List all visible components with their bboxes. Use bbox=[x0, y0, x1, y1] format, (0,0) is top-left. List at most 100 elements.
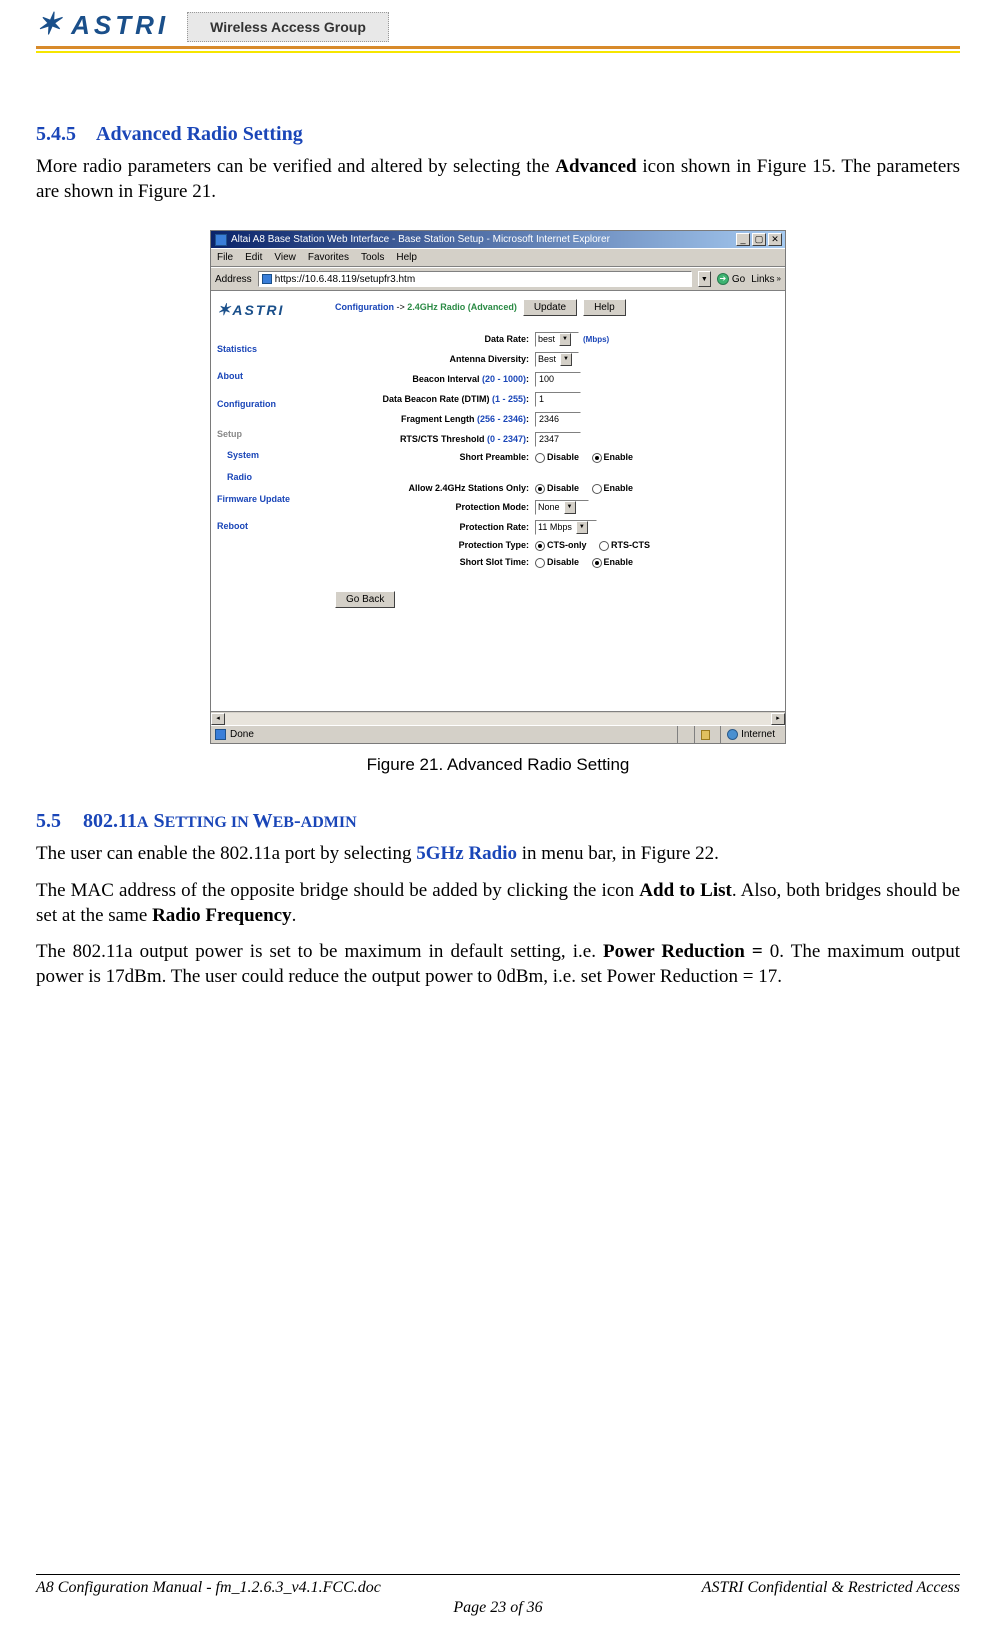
footer-page-number: Page 23 of 36 bbox=[36, 1599, 960, 1617]
help-button[interactable]: Help bbox=[583, 299, 626, 316]
label-rtscts-threshold: RTS/CTS Threshold (0 - 2347): bbox=[335, 434, 535, 446]
footer-left: A8 Configuration Manual - fm_1.2.6.3_v4.… bbox=[36, 1579, 381, 1597]
chevron-down-icon: ▼ bbox=[576, 521, 588, 534]
address-bar: Address https://10.6.48.119/setupfr3.htm… bbox=[211, 267, 785, 291]
menu-tools[interactable]: Tools bbox=[361, 251, 384, 264]
breadcrumb: Configuration -> 2.4GHz Radio (Advanced) bbox=[335, 302, 517, 314]
heading-5-5: 5.5802.11A SETTING IN WEB-ADMIN bbox=[36, 808, 960, 834]
input-rtscts-threshold[interactable]: 2347 bbox=[535, 432, 581, 447]
radio-short-slot-disable[interactable] bbox=[535, 558, 545, 568]
horizontal-scrollbar[interactable]: ◂ ▸ bbox=[211, 711, 785, 725]
window-titlebar: Altai A8 Base Station Web Interface - Ba… bbox=[211, 231, 785, 248]
figure-21-caption: Figure 21. Advanced Radio Setting bbox=[36, 754, 960, 776]
url-ie-icon bbox=[262, 274, 272, 284]
scroll-left-button[interactable]: ◂ bbox=[211, 713, 225, 725]
status-bar: Done Internet bbox=[211, 725, 785, 743]
heading-5-4-5: 5.4.5Advanced Radio Setting bbox=[36, 121, 960, 147]
sidebar-logo-star-icon: ✶ bbox=[217, 302, 232, 319]
sidebar-item-reboot[interactable]: Reboot bbox=[217, 521, 317, 533]
window-title: Altai A8 Base Station Web Interface - Ba… bbox=[231, 233, 610, 246]
select-data-rate[interactable]: best▼ bbox=[535, 332, 579, 347]
label-allow-24ghz: Allow 2.4GHz Stations Only: bbox=[335, 483, 535, 495]
label-protection-type: Protection Type: bbox=[335, 540, 535, 552]
address-dropdown-button[interactable]: ▼ bbox=[698, 271, 711, 287]
label-short-preamble: Short Preamble: bbox=[335, 452, 535, 464]
minimize-button[interactable]: _ bbox=[736, 233, 750, 246]
select-antenna-diversity[interactable]: Best▼ bbox=[535, 352, 579, 367]
menu-edit[interactable]: Edit bbox=[245, 251, 262, 264]
address-label: Address bbox=[215, 273, 252, 286]
menu-favorites[interactable]: Favorites bbox=[308, 251, 349, 264]
sidebar-item-statistics[interactable]: Statistics bbox=[217, 344, 317, 356]
radio-allow-24-disable[interactable] bbox=[535, 484, 545, 494]
go-arrow-icon: ➔ bbox=[717, 273, 729, 285]
para-55-3: The 802.11a output power is set to be ma… bbox=[36, 940, 960, 989]
maximize-button[interactable]: ▢ bbox=[752, 233, 766, 246]
label-protection-mode: Protection Mode: bbox=[335, 502, 535, 514]
ie-app-icon bbox=[215, 234, 227, 246]
label-antenna-diversity: Antenna Diversity: bbox=[335, 354, 535, 366]
scroll-track[interactable] bbox=[225, 713, 771, 725]
webadmin-main: Configuration -> 2.4GHz Radio (Advanced)… bbox=[323, 291, 785, 711]
input-beacon-interval[interactable]: 100 bbox=[535, 372, 581, 387]
para-55-2: The MAC address of the opposite bridge s… bbox=[36, 879, 960, 928]
radio-allow-24-enable[interactable] bbox=[592, 484, 602, 494]
logo-text: ASTRI bbox=[71, 10, 169, 41]
label-short-slot-time: Short Slot Time: bbox=[335, 557, 535, 569]
update-button[interactable]: Update bbox=[523, 299, 577, 316]
go-button[interactable]: ➔ Go bbox=[717, 273, 745, 286]
go-back-button[interactable]: Go Back bbox=[335, 591, 395, 608]
data-rate-unit: (Mbps) bbox=[583, 335, 609, 345]
input-dtim[interactable]: 1 bbox=[535, 392, 581, 407]
links-button[interactable]: Links» bbox=[751, 273, 781, 286]
sidebar-item-setup[interactable]: Setup bbox=[217, 429, 317, 441]
select-protection-mode[interactable]: None▼ bbox=[535, 500, 589, 515]
astri-logo: ✶ ASTRI bbox=[36, 10, 169, 41]
label-beacon-interval: Beacon Interval (20 - 1000): bbox=[335, 374, 535, 386]
url-text: https://10.6.48.119/setupfr3.htm bbox=[275, 273, 415, 286]
menubar: File Edit View Favorites Tools Help bbox=[211, 248, 785, 267]
status-zone: Internet bbox=[741, 728, 775, 741]
lock-icon bbox=[701, 730, 710, 740]
chevron-down-icon: ▼ bbox=[559, 333, 571, 346]
document-content: 5.4.5Advanced Radio Setting More radio p… bbox=[36, 53, 960, 990]
sidebar-item-configuration[interactable]: Configuration bbox=[217, 399, 317, 411]
header-orange-rule bbox=[36, 46, 960, 49]
status-text: Done bbox=[230, 728, 254, 741]
page-header: ✶ ASTRI Wireless Access Group bbox=[36, 0, 960, 53]
sidebar-item-radio[interactable]: Radio bbox=[227, 472, 317, 484]
wireless-access-group-box: Wireless Access Group bbox=[187, 12, 389, 42]
radio-prot-type-rtscts[interactable] bbox=[599, 541, 609, 551]
radio-prot-type-cts[interactable] bbox=[535, 541, 545, 551]
footer-right: ASTRI Confidential & Restricted Access bbox=[702, 1579, 960, 1597]
label-dtim: Data Beacon Rate (DTIM) (1 - 255): bbox=[335, 394, 535, 406]
sidebar-item-system[interactable]: System bbox=[227, 450, 317, 462]
close-button[interactable]: ✕ bbox=[768, 233, 782, 246]
sidebar-item-firmware-update[interactable]: Firmware Update bbox=[217, 494, 317, 506]
para-55-1: The user can enable the 802.11a port by … bbox=[36, 842, 960, 867]
chevron-down-icon: ▼ bbox=[560, 353, 572, 366]
chevron-down-icon: ▼ bbox=[564, 501, 576, 514]
radio-short-preamble-disable[interactable] bbox=[535, 453, 545, 463]
sidebar-item-about[interactable]: About bbox=[217, 371, 317, 383]
ie-window: Altai A8 Base Station Web Interface - Ba… bbox=[210, 230, 786, 744]
scroll-right-button[interactable]: ▸ bbox=[771, 713, 785, 725]
label-protection-rate: Protection Rate: bbox=[335, 522, 535, 534]
ie-client-area: ✶ASTRI Statistics About Configuration Se… bbox=[211, 291, 785, 711]
sidebar-astri-logo: ✶ASTRI bbox=[217, 301, 317, 319]
para-545-1: More radio parameters can be verified an… bbox=[36, 155, 960, 204]
figure-21: Altai A8 Base Station Web Interface - Ba… bbox=[36, 230, 960, 776]
radio-short-slot-enable[interactable] bbox=[592, 558, 602, 568]
menu-file[interactable]: File bbox=[217, 251, 233, 264]
status-ie-icon bbox=[215, 729, 226, 740]
radio-short-preamble-enable[interactable] bbox=[592, 453, 602, 463]
select-protection-rate[interactable]: 11 Mbps▼ bbox=[535, 520, 597, 535]
label-data-rate: Data Rate: bbox=[335, 334, 535, 346]
webadmin-sidebar: ✶ASTRI Statistics About Configuration Se… bbox=[211, 291, 323, 711]
input-fragment-length[interactable]: 2346 bbox=[535, 412, 581, 427]
label-fragment-length: Fragment Length (256 - 2346): bbox=[335, 414, 535, 426]
address-input[interactable]: https://10.6.48.119/setupfr3.htm bbox=[258, 271, 692, 287]
menu-view[interactable]: View bbox=[274, 251, 296, 264]
page-footer: A8 Configuration Manual - fm_1.2.6.3_v4.… bbox=[36, 1574, 960, 1617]
menu-help[interactable]: Help bbox=[396, 251, 417, 264]
